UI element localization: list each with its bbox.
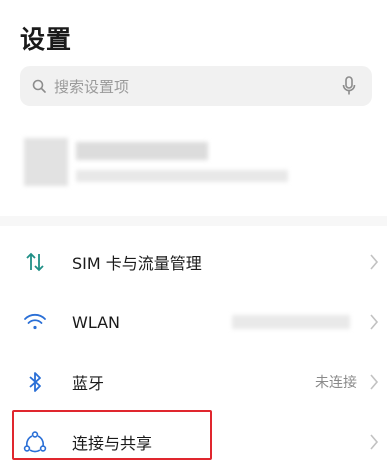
settings-list: SIM 卡与流量管理 WLAN 蓝牙 未连接 连接与共享 — [0, 232, 387, 472]
sim-data-arrows-icon — [22, 249, 48, 275]
bluetooth-icon — [22, 369, 48, 395]
mic-icon[interactable] — [342, 76, 356, 96]
account-subtitle — [76, 170, 288, 182]
wifi-network-name — [232, 315, 350, 329]
avatar — [24, 138, 68, 186]
search-input[interactable]: 搜索设置项 — [54, 76, 342, 97]
settings-item-bluetooth[interactable]: 蓝牙 未连接 — [0, 352, 387, 412]
page-title: 设置 — [20, 25, 73, 54]
chevron-right-icon — [370, 314, 379, 330]
wifi-icon — [22, 309, 48, 335]
highlight-box — [12, 410, 212, 460]
settings-item-label: WLAN — [72, 312, 121, 332]
search-bar[interactable]: 搜索设置项 — [20, 66, 372, 106]
chevron-right-icon — [370, 254, 379, 270]
account-name — [76, 142, 208, 160]
chevron-right-icon — [370, 374, 379, 390]
bluetooth-status: 未连接 — [315, 375, 357, 391]
settings-item-label: 蓝牙 — [72, 374, 105, 393]
search-icon — [32, 79, 46, 93]
settings-item-sim[interactable]: SIM 卡与流量管理 — [0, 232, 387, 292]
settings-item-label: SIM 卡与流量管理 — [72, 254, 202, 273]
chevron-right-icon — [370, 434, 379, 450]
account-card[interactable] — [20, 128, 380, 206]
settings-item-wlan[interactable]: WLAN — [0, 292, 387, 352]
section-divider — [0, 216, 387, 226]
